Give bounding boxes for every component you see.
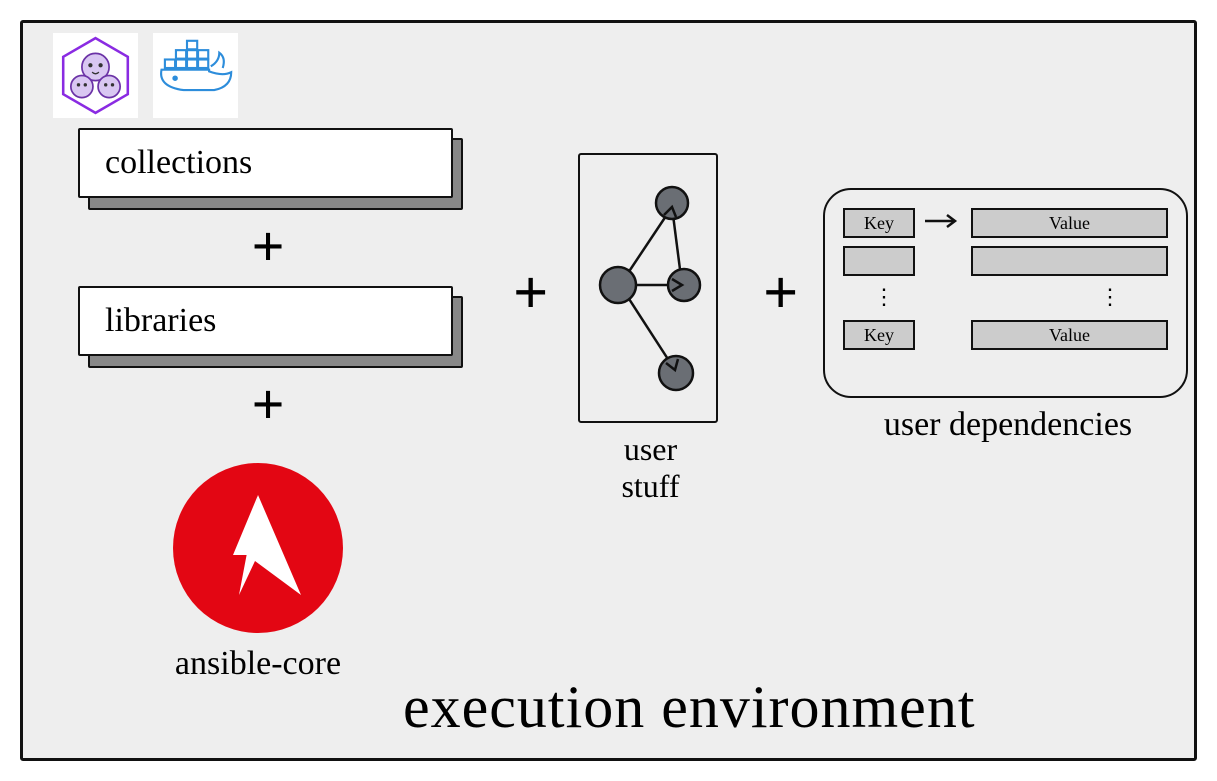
- ansible-logo-icon: [173, 463, 343, 633]
- kv-row: Key Value: [843, 208, 1168, 238]
- ansible-core-label: ansible-core: [173, 645, 343, 683]
- kv-row: Key Value: [843, 320, 1168, 350]
- kv-row: [843, 246, 1168, 276]
- kv-value: [971, 246, 1168, 276]
- kv-key: Key: [843, 320, 915, 350]
- docker-icon: [153, 33, 238, 118]
- ansible-core-block: ansible-core: [173, 463, 343, 683]
- collections-card: collections: [78, 128, 458, 208]
- plus-icon: +: [78, 376, 458, 434]
- left-stack: collections + libraries +: [78, 128, 478, 444]
- plus-icon: +: [513, 258, 548, 329]
- podman-icon: [53, 33, 138, 118]
- kv-value: Value: [971, 208, 1168, 238]
- diagram-canvas: collections + libraries + ansible-core +…: [20, 20, 1197, 761]
- vertical-dots-icon: ⋮ ⋮: [843, 284, 1168, 310]
- user-stuff-label: user stuff: [578, 431, 723, 505]
- user-stuff-block: user stuff: [578, 153, 723, 505]
- libraries-label: libraries: [105, 302, 216, 340]
- user-dependencies-box: Key Value ⋮ ⋮ Key Value: [823, 188, 1188, 398]
- plus-icon: +: [78, 218, 458, 276]
- kv-key: Key: [843, 208, 915, 238]
- container-icons-row: [53, 33, 238, 118]
- kv-value: Value: [971, 320, 1168, 350]
- collections-label: collections: [105, 144, 252, 182]
- user-dependencies-block: Key Value ⋮ ⋮ Key Value user dependen: [823, 188, 1193, 444]
- libraries-card: libraries: [78, 286, 458, 366]
- kv-key: [843, 246, 915, 276]
- arrow-right-icon: [923, 211, 963, 236]
- user-dependencies-label: user dependencies: [823, 406, 1193, 444]
- diagram-title: execution environment: [403, 673, 975, 742]
- plus-icon: +: [763, 258, 798, 329]
- user-stuff-graph-icon: [578, 153, 718, 423]
